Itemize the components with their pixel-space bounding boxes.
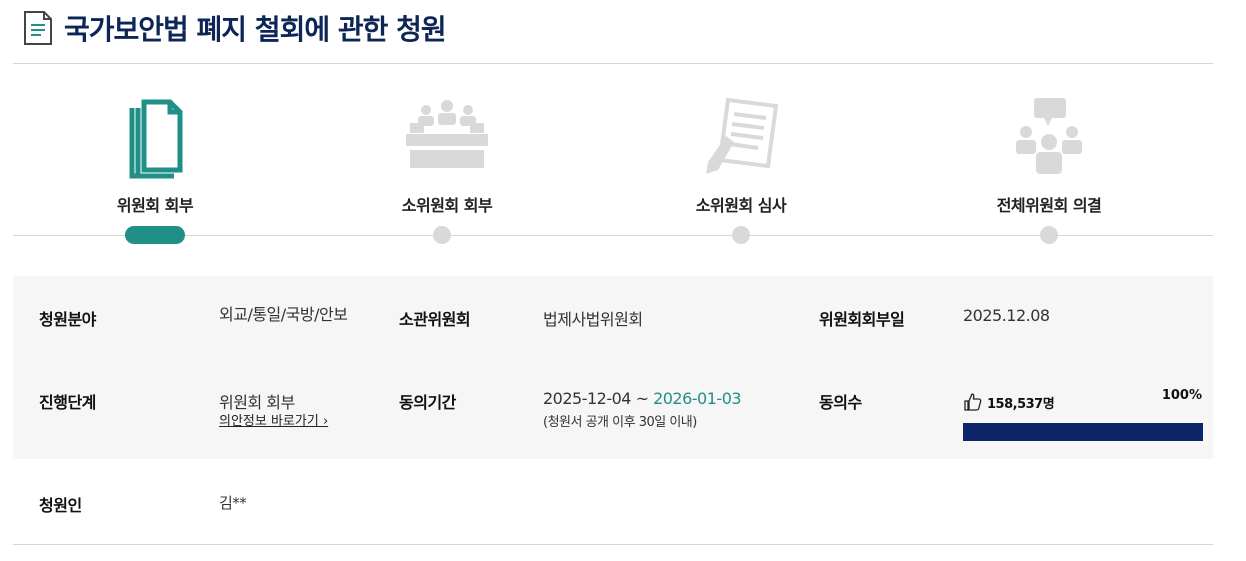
meeting-table-icon (406, 100, 488, 168)
agree-percent: 100% (1161, 388, 1202, 403)
period-value: 2025-12-04 ~ 2026-01-03 (543, 389, 742, 408)
bill-info-link[interactable]: 의안정보 바로가기 › (219, 410, 328, 429)
step-indicator (732, 226, 750, 244)
agree-progress-bar (963, 423, 1203, 441)
period-note: (청원서 공개 이후 30일 이내) (543, 415, 697, 430)
committee-label: 소관위원회 (399, 310, 471, 329)
agree-count-row: 158,537명 (963, 392, 1055, 412)
discussion-icon (1016, 98, 1082, 174)
step-indicator (1040, 226, 1058, 244)
period-end: 2026-01-03 (653, 389, 742, 408)
field-value: 외교/통일/국방/안보 (219, 305, 348, 324)
step-label: 전체위원회 의결 (996, 196, 1102, 215)
page-title: 국가보안법 폐지 철회에 관한 청원 (64, 13, 447, 46)
agree-count: 158,537명 (987, 396, 1055, 412)
page-header: 국가보안법 폐지 철회에 관한 청원 (22, 8, 447, 48)
period-start: 2025-12-04 ~ (543, 389, 654, 408)
step-indicator (433, 226, 451, 244)
step-subcommittee-review: 소위원회 심사 (661, 92, 821, 215)
title-divider (13, 63, 1213, 64)
period-label: 동의기간 (399, 393, 456, 412)
petitioner-label: 청원인 (39, 496, 82, 515)
thumbs-up-icon (964, 393, 982, 411)
petitioner-value: 김** (219, 494, 247, 512)
step-full-committee-vote: 전체위원회 의결 (969, 92, 1129, 215)
committee-value: 법제사법위원회 (543, 310, 643, 329)
step-committee-referral: 위원회 회부 (75, 92, 235, 215)
petition-info-box: 청원분야 외교/통일/국방/안보 소관위원회 법제사법위원회 위원회회부일 20… (13, 276, 1213, 459)
progress-line (13, 235, 1213, 236)
agree-progress-fill (963, 423, 1203, 441)
referral-date-value: 2025.12.08 (963, 306, 1050, 325)
agree-label: 동의수 (819, 393, 862, 412)
step-label: 위원회 회부 (116, 196, 194, 215)
document-icon (24, 11, 52, 45)
field-label: 청원분야 (39, 310, 96, 329)
step-label: 소위원회 심사 (695, 196, 787, 215)
stage-label: 진행단계 (39, 393, 96, 412)
referral-date-label: 위원회회부일 (819, 310, 905, 329)
step-label: 소위원회 회부 (401, 196, 493, 215)
step-subcommittee-referral: 소위원회 회부 (367, 92, 527, 215)
step-indicator-active (125, 226, 185, 244)
documents-icon (129, 99, 183, 179)
review-document-icon (706, 97, 779, 174)
bottom-divider (13, 544, 1213, 545)
